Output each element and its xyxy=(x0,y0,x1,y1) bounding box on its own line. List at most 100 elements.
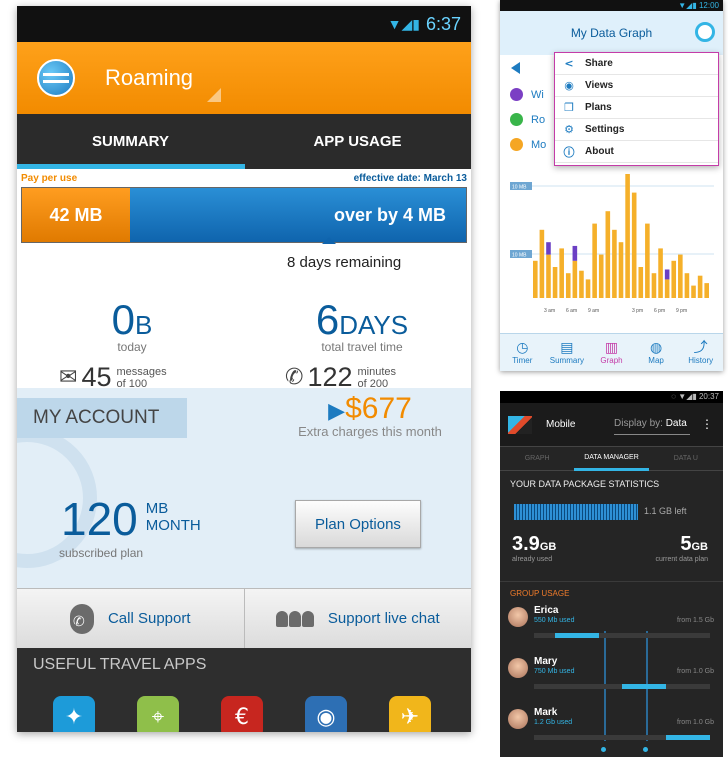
settings-gear-icon[interactable] xyxy=(695,22,715,42)
nav-history[interactable]: ⤴ History xyxy=(678,334,723,371)
menu-item-settings[interactable]: ⚙ Settings xyxy=(555,119,718,141)
bar-mobile[interactable] xyxy=(559,248,564,298)
plan-options-button[interactable]: Plan Options xyxy=(295,500,421,548)
bar-mobile[interactable] xyxy=(658,248,663,298)
status-bar: ▼◢▮ 12:00 xyxy=(500,0,723,11)
bar-mobile[interactable] xyxy=(678,254,683,298)
bar-mobile[interactable] xyxy=(697,275,703,298)
menu-item-share[interactable]: < Share xyxy=(555,53,718,75)
tab-data-usage[interactable]: DATA U xyxy=(649,455,723,462)
legend-label: Mo xyxy=(531,138,547,151)
dropdown-indicator-icon[interactable] xyxy=(207,88,221,102)
plan-value: 120 xyxy=(61,493,138,545)
more-vert-icon[interactable]: ⋮ xyxy=(701,417,713,431)
group-member-row[interactable]: Mark 1.2 Gb used from 1.0 Gb xyxy=(508,707,716,757)
back-arrow-icon[interactable] xyxy=(511,62,520,74)
bar-mobile[interactable] xyxy=(638,267,644,298)
member-usage-track xyxy=(534,684,710,689)
menu-item-plans[interactable]: ❐ Plans xyxy=(555,97,718,119)
bar-mobile[interactable] xyxy=(565,273,571,298)
bar-mobile[interactable] xyxy=(618,242,624,298)
menu-item-label: About xyxy=(585,146,614,157)
legend-swatch xyxy=(510,88,523,101)
member-usage-fill xyxy=(666,735,710,740)
nav-map[interactable]: ◍ Map xyxy=(634,334,679,371)
bar-mobile[interactable] xyxy=(691,285,696,298)
bar-mobile[interactable] xyxy=(572,260,578,298)
bar-wifi[interactable] xyxy=(664,269,670,280)
plan-label: subscribed plan xyxy=(59,546,144,560)
my-account-heading: MY ACCOUNT xyxy=(17,398,187,438)
bar-mobile[interactable] xyxy=(704,283,709,298)
bar-mobile[interactable] xyxy=(592,223,597,298)
signal-icon: ◌ ▼◢▮ xyxy=(671,392,699,401)
group-member-row[interactable]: Mary 750 Mb used from 1.0 Gb xyxy=(508,656,716,706)
tab-graph[interactable]: GRAPH xyxy=(500,455,574,462)
tab-data-manager[interactable]: DATA MANAGER xyxy=(574,447,649,471)
bar-mobile[interactable] xyxy=(664,279,670,298)
owl-icon[interactable]: ◉ xyxy=(305,696,347,732)
maps-icon[interactable]: ⌖ xyxy=(137,696,179,732)
bar-mobile[interactable] xyxy=(631,192,637,298)
live-chat-button[interactable]: Support live chat xyxy=(245,589,472,648)
tab-app-usage[interactable]: APP USAGE xyxy=(244,114,471,169)
time-tick-label: 9 am xyxy=(588,308,599,314)
bar-mobile[interactable] xyxy=(533,260,538,298)
bar-wifi[interactable] xyxy=(572,245,578,261)
network-selector[interactable]: Mobile xyxy=(546,419,575,430)
bar-mobile[interactable] xyxy=(539,229,545,298)
suitcase-icon[interactable]: ✈ xyxy=(389,696,431,732)
bar-mobile[interactable] xyxy=(625,174,630,298)
menu-item-about[interactable]: ⓘ About xyxy=(555,141,718,163)
my-account-panel: MY ACCOUNT ▶$677 Extra charges this mont… xyxy=(17,388,471,588)
group-member-row[interactable]: Erica 550 Mb used from 1.5 Gb xyxy=(508,605,716,655)
eye-icon: ◉ xyxy=(564,79,574,92)
minutes-label: minutes xyxy=(357,365,397,378)
usage-over: over by 4 MB xyxy=(130,188,466,242)
nav-summary[interactable]: ▤ Summary xyxy=(545,334,590,371)
travel-apps-panel: USEFUL TRAVEL APPS ✦ ⌖ € ◉ ✈ xyxy=(17,648,471,732)
bar-mobile[interactable] xyxy=(684,273,690,298)
bar-mobile[interactable] xyxy=(651,273,657,298)
extra-charges[interactable]: ▶$677 Extra charges this month xyxy=(275,392,465,439)
bar-mobile[interactable] xyxy=(585,279,591,298)
plan-selector[interactable]: Roaming xyxy=(105,65,193,91)
bar-mobile[interactable] xyxy=(552,267,558,298)
bar-mobile[interactable] xyxy=(612,229,617,298)
bottom-nav: ◷ Timer ▤ Summary ▥ Graph ◍ Map ⤴ History xyxy=(500,333,723,371)
menu-item-views[interactable]: ◉ Views xyxy=(555,75,718,97)
divider xyxy=(500,581,723,582)
status-time: 20:37 xyxy=(698,392,719,401)
legend-item[interactable]: Wi xyxy=(510,88,544,101)
avatar xyxy=(508,607,528,627)
bar-mobile[interactable] xyxy=(645,223,650,298)
display-by-selector[interactable]: Display by: Data xyxy=(614,415,690,435)
support-bar: Call Support Support live chat xyxy=(17,588,471,648)
bar-mobile[interactable] xyxy=(579,270,584,298)
legend-item[interactable]: Ro xyxy=(510,113,545,126)
legend-item[interactable]: Mo xyxy=(510,138,546,151)
bar-mobile[interactable] xyxy=(598,254,604,298)
travel-unit: DAYS xyxy=(339,310,409,340)
legend-swatch xyxy=(510,113,523,126)
att-logo-icon xyxy=(37,59,75,97)
call-support-button[interactable]: Call Support xyxy=(17,589,245,648)
summary-icon: ▤ xyxy=(560,340,574,356)
member-usage-track xyxy=(534,633,710,638)
nav-label: Timer xyxy=(512,356,533,365)
bar-mobile[interactable] xyxy=(546,254,551,298)
tab-bar: GRAPH DATA MANAGER DATA U xyxy=(500,447,723,471)
tab-summary[interactable]: SUMMARY xyxy=(17,114,244,169)
bar-mobile[interactable] xyxy=(671,260,677,298)
nav-graph[interactable]: ▥ Graph xyxy=(589,334,634,371)
euro-icon[interactable]: € xyxy=(221,696,263,732)
app-header: Roaming xyxy=(17,42,471,114)
wifi-star-icon[interactable]: ✦ xyxy=(53,696,95,732)
nav-timer[interactable]: ◷ Timer xyxy=(500,334,545,371)
travel-time-stat: 6DAYS total travel time xyxy=(287,296,437,354)
bar-wifi[interactable] xyxy=(546,242,551,255)
bar-mobile[interactable] xyxy=(605,211,611,298)
nav-label: Summary xyxy=(549,356,584,365)
play-arrow-icon: ▶ xyxy=(328,398,346,423)
status-time: 6:37 xyxy=(425,13,461,34)
